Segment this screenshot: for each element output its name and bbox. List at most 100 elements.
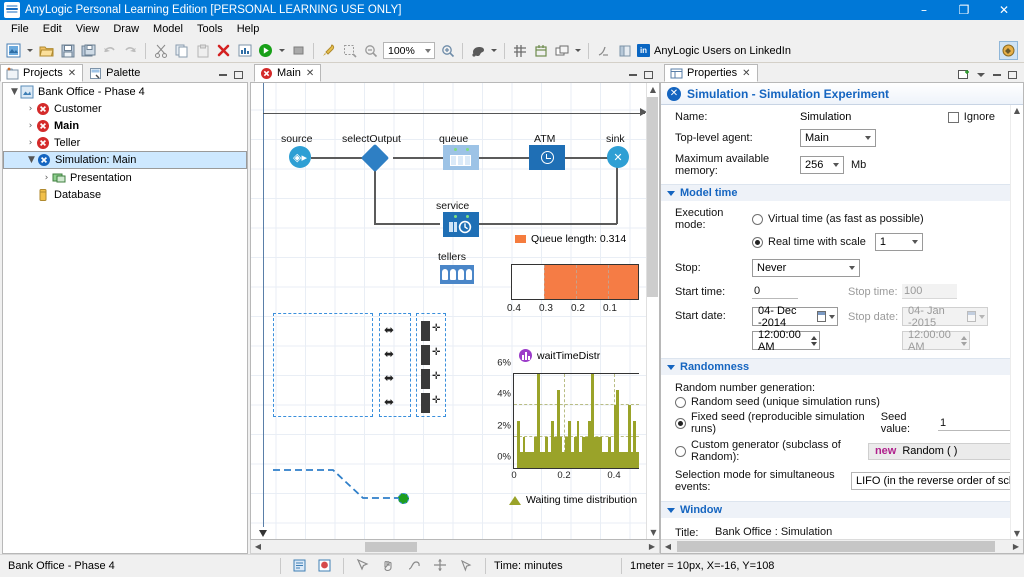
zoom-fit-icon[interactable] bbox=[340, 41, 359, 60]
top-level-agent-select[interactable]: Main bbox=[800, 129, 876, 147]
menu-help[interactable]: Help bbox=[230, 21, 267, 37]
console-icon[interactable] bbox=[292, 558, 307, 573]
tab-palette[interactable]: Palette bbox=[83, 64, 148, 82]
align-dropdown-icon[interactable] bbox=[575, 49, 581, 52]
copy-icon[interactable] bbox=[172, 41, 191, 60]
minimize-panel-button[interactable] bbox=[990, 69, 1003, 80]
start-time-clock-input[interactable]: 12:00:00 AM bbox=[752, 329, 820, 353]
block-queue[interactable] bbox=[443, 145, 479, 170]
hscroll-track[interactable] bbox=[265, 541, 645, 553]
stop-select[interactable]: Never bbox=[752, 259, 860, 277]
scroll-right-button[interactable]: ▶ bbox=[1009, 542, 1023, 551]
custom-generator-radio[interactable] bbox=[675, 445, 686, 457]
properties-horizontal-scrollbar[interactable]: ◀ ▶ bbox=[661, 539, 1023, 553]
open-icon[interactable] bbox=[37, 41, 56, 60]
block-sink[interactable]: ✕ bbox=[607, 146, 629, 168]
properties-scroll-thumb[interactable] bbox=[677, 541, 995, 552]
waiting-area-zone[interactable] bbox=[273, 313, 373, 417]
zoom-level-combobox[interactable]: 100% bbox=[383, 42, 435, 59]
zoom-out-icon[interactable] bbox=[361, 41, 380, 60]
build-icon[interactable] bbox=[235, 41, 254, 60]
help-icon[interactable] bbox=[999, 41, 1018, 60]
curve-tool-icon[interactable] bbox=[407, 558, 422, 573]
name-value[interactable]: Simulation bbox=[800, 111, 851, 123]
scroll-down-button[interactable]: ▼ bbox=[647, 526, 659, 539]
paste-icon[interactable] bbox=[193, 41, 212, 60]
save-all-icon[interactable] bbox=[79, 41, 98, 60]
model-time-section[interactable]: Model time bbox=[661, 184, 1023, 201]
properties-vertical-scrollbar[interactable]: ▲ ▼ bbox=[1010, 105, 1023, 539]
snap-icon[interactable] bbox=[531, 41, 550, 60]
cut-icon[interactable] bbox=[151, 41, 170, 60]
menu-draw[interactable]: Draw bbox=[106, 21, 146, 37]
virtual-time-radio[interactable] bbox=[752, 213, 763, 225]
chevron-down-icon[interactable] bbox=[829, 314, 835, 319]
menu-tools[interactable]: Tools bbox=[190, 21, 230, 37]
real-time-scale-select[interactable]: 1 bbox=[874, 233, 923, 251]
minimize-panel-button[interactable] bbox=[216, 69, 229, 80]
horizontal-scroll-thumb[interactable] bbox=[365, 541, 417, 552]
view-menu-button[interactable] bbox=[974, 69, 987, 80]
block-atm[interactable] bbox=[529, 145, 565, 170]
menu-view[interactable]: View bbox=[69, 21, 107, 37]
scroll-down-button[interactable]: ▼ bbox=[1011, 529, 1023, 538]
hand-tool-icon[interactable] bbox=[381, 558, 396, 573]
spinner-icon[interactable] bbox=[811, 335, 817, 346]
chevron-down-icon[interactable]: ▼ bbox=[9, 87, 20, 97]
menu-edit[interactable]: Edit bbox=[36, 21, 69, 37]
new-properties-view-icon[interactable] bbox=[958, 69, 971, 80]
terminate-icon[interactable] bbox=[289, 41, 308, 60]
run-config-icon[interactable] bbox=[594, 41, 613, 60]
canvas-horizontal-scrollbar[interactable]: ◀ ▶ bbox=[250, 540, 660, 554]
block-tellers[interactable] bbox=[440, 265, 474, 284]
tree-node-customer[interactable]: › Customer bbox=[3, 100, 247, 117]
paint-icon[interactable] bbox=[468, 41, 487, 60]
chevron-right-icon[interactable]: › bbox=[41, 173, 52, 183]
menu-model[interactable]: Model bbox=[146, 21, 190, 37]
chevron-right-icon[interactable]: › bbox=[25, 121, 36, 131]
calendar-icon[interactable] bbox=[816, 311, 826, 322]
scroll-up-button[interactable]: ▲ bbox=[647, 83, 659, 96]
perspective-icon[interactable] bbox=[615, 41, 634, 60]
point-tool-icon[interactable] bbox=[459, 558, 474, 573]
grid-icon[interactable] bbox=[510, 41, 529, 60]
selection-mode-select[interactable]: LIFO (in the reverse order of scheduling… bbox=[851, 472, 1023, 490]
redo-icon[interactable] bbox=[121, 41, 140, 60]
scroll-up-button[interactable]: ▲ bbox=[1011, 105, 1023, 115]
window-section[interactable]: Window bbox=[661, 501, 1023, 518]
paint-dropdown-icon[interactable] bbox=[491, 49, 497, 52]
tree-node-presentation[interactable]: › Presentation bbox=[3, 169, 247, 186]
tab-projects[interactable]: Projects ✕ bbox=[0, 64, 84, 82]
block-service[interactable] bbox=[443, 212, 479, 237]
chevron-right-icon[interactable]: › bbox=[25, 104, 36, 114]
fixed-seed-radio[interactable] bbox=[675, 417, 686, 429]
move-tool-icon[interactable] bbox=[433, 558, 448, 573]
ignore-checkbox[interactable] bbox=[947, 111, 959, 123]
block-selectoutput[interactable] bbox=[360, 143, 390, 173]
close-icon[interactable]: ✕ bbox=[68, 68, 76, 79]
props-hscroll-track[interactable] bbox=[675, 541, 1009, 552]
errors-icon[interactable] bbox=[317, 558, 332, 573]
tab-properties[interactable]: Properties ✕ bbox=[664, 64, 758, 82]
scroll-left-button[interactable]: ◀ bbox=[661, 542, 675, 551]
vertical-scroll-thumb[interactable] bbox=[647, 97, 658, 297]
randomness-section[interactable]: Randomness bbox=[661, 358, 1023, 375]
publish-icon[interactable] bbox=[319, 41, 338, 60]
custom-generator-code-input[interactable]: new Random ( ) bbox=[867, 442, 1023, 460]
minimize-button[interactable]: – bbox=[904, 0, 944, 20]
menu-file[interactable]: File bbox=[4, 21, 36, 37]
tab-main-diagram[interactable]: Main ✕ bbox=[254, 64, 322, 82]
tree-node-teller[interactable]: › Teller bbox=[3, 134, 247, 151]
canvas-vertical-scrollbar[interactable]: ▲ ▼ bbox=[646, 83, 659, 539]
tree-node-bank-office[interactable]: ▼ Bank Office - Phase 4 bbox=[3, 83, 247, 100]
minimize-panel-button[interactable] bbox=[626, 69, 639, 80]
linkedin-link[interactable]: in AnyLogic Users on LinkedIn bbox=[637, 44, 791, 57]
scroll-left-button[interactable]: ◀ bbox=[251, 542, 265, 551]
close-button[interactable]: ✕ bbox=[984, 0, 1024, 20]
maximize-panel-button[interactable] bbox=[1006, 69, 1019, 80]
align-icon[interactable] bbox=[552, 41, 571, 60]
block-source[interactable]: ◈▸ bbox=[289, 146, 311, 168]
tree-node-simulation-main[interactable]: ▼ Simulation: Main bbox=[3, 151, 247, 169]
maximize-panel-button[interactable] bbox=[642, 69, 655, 80]
scroll-right-button[interactable]: ▶ bbox=[645, 542, 659, 551]
